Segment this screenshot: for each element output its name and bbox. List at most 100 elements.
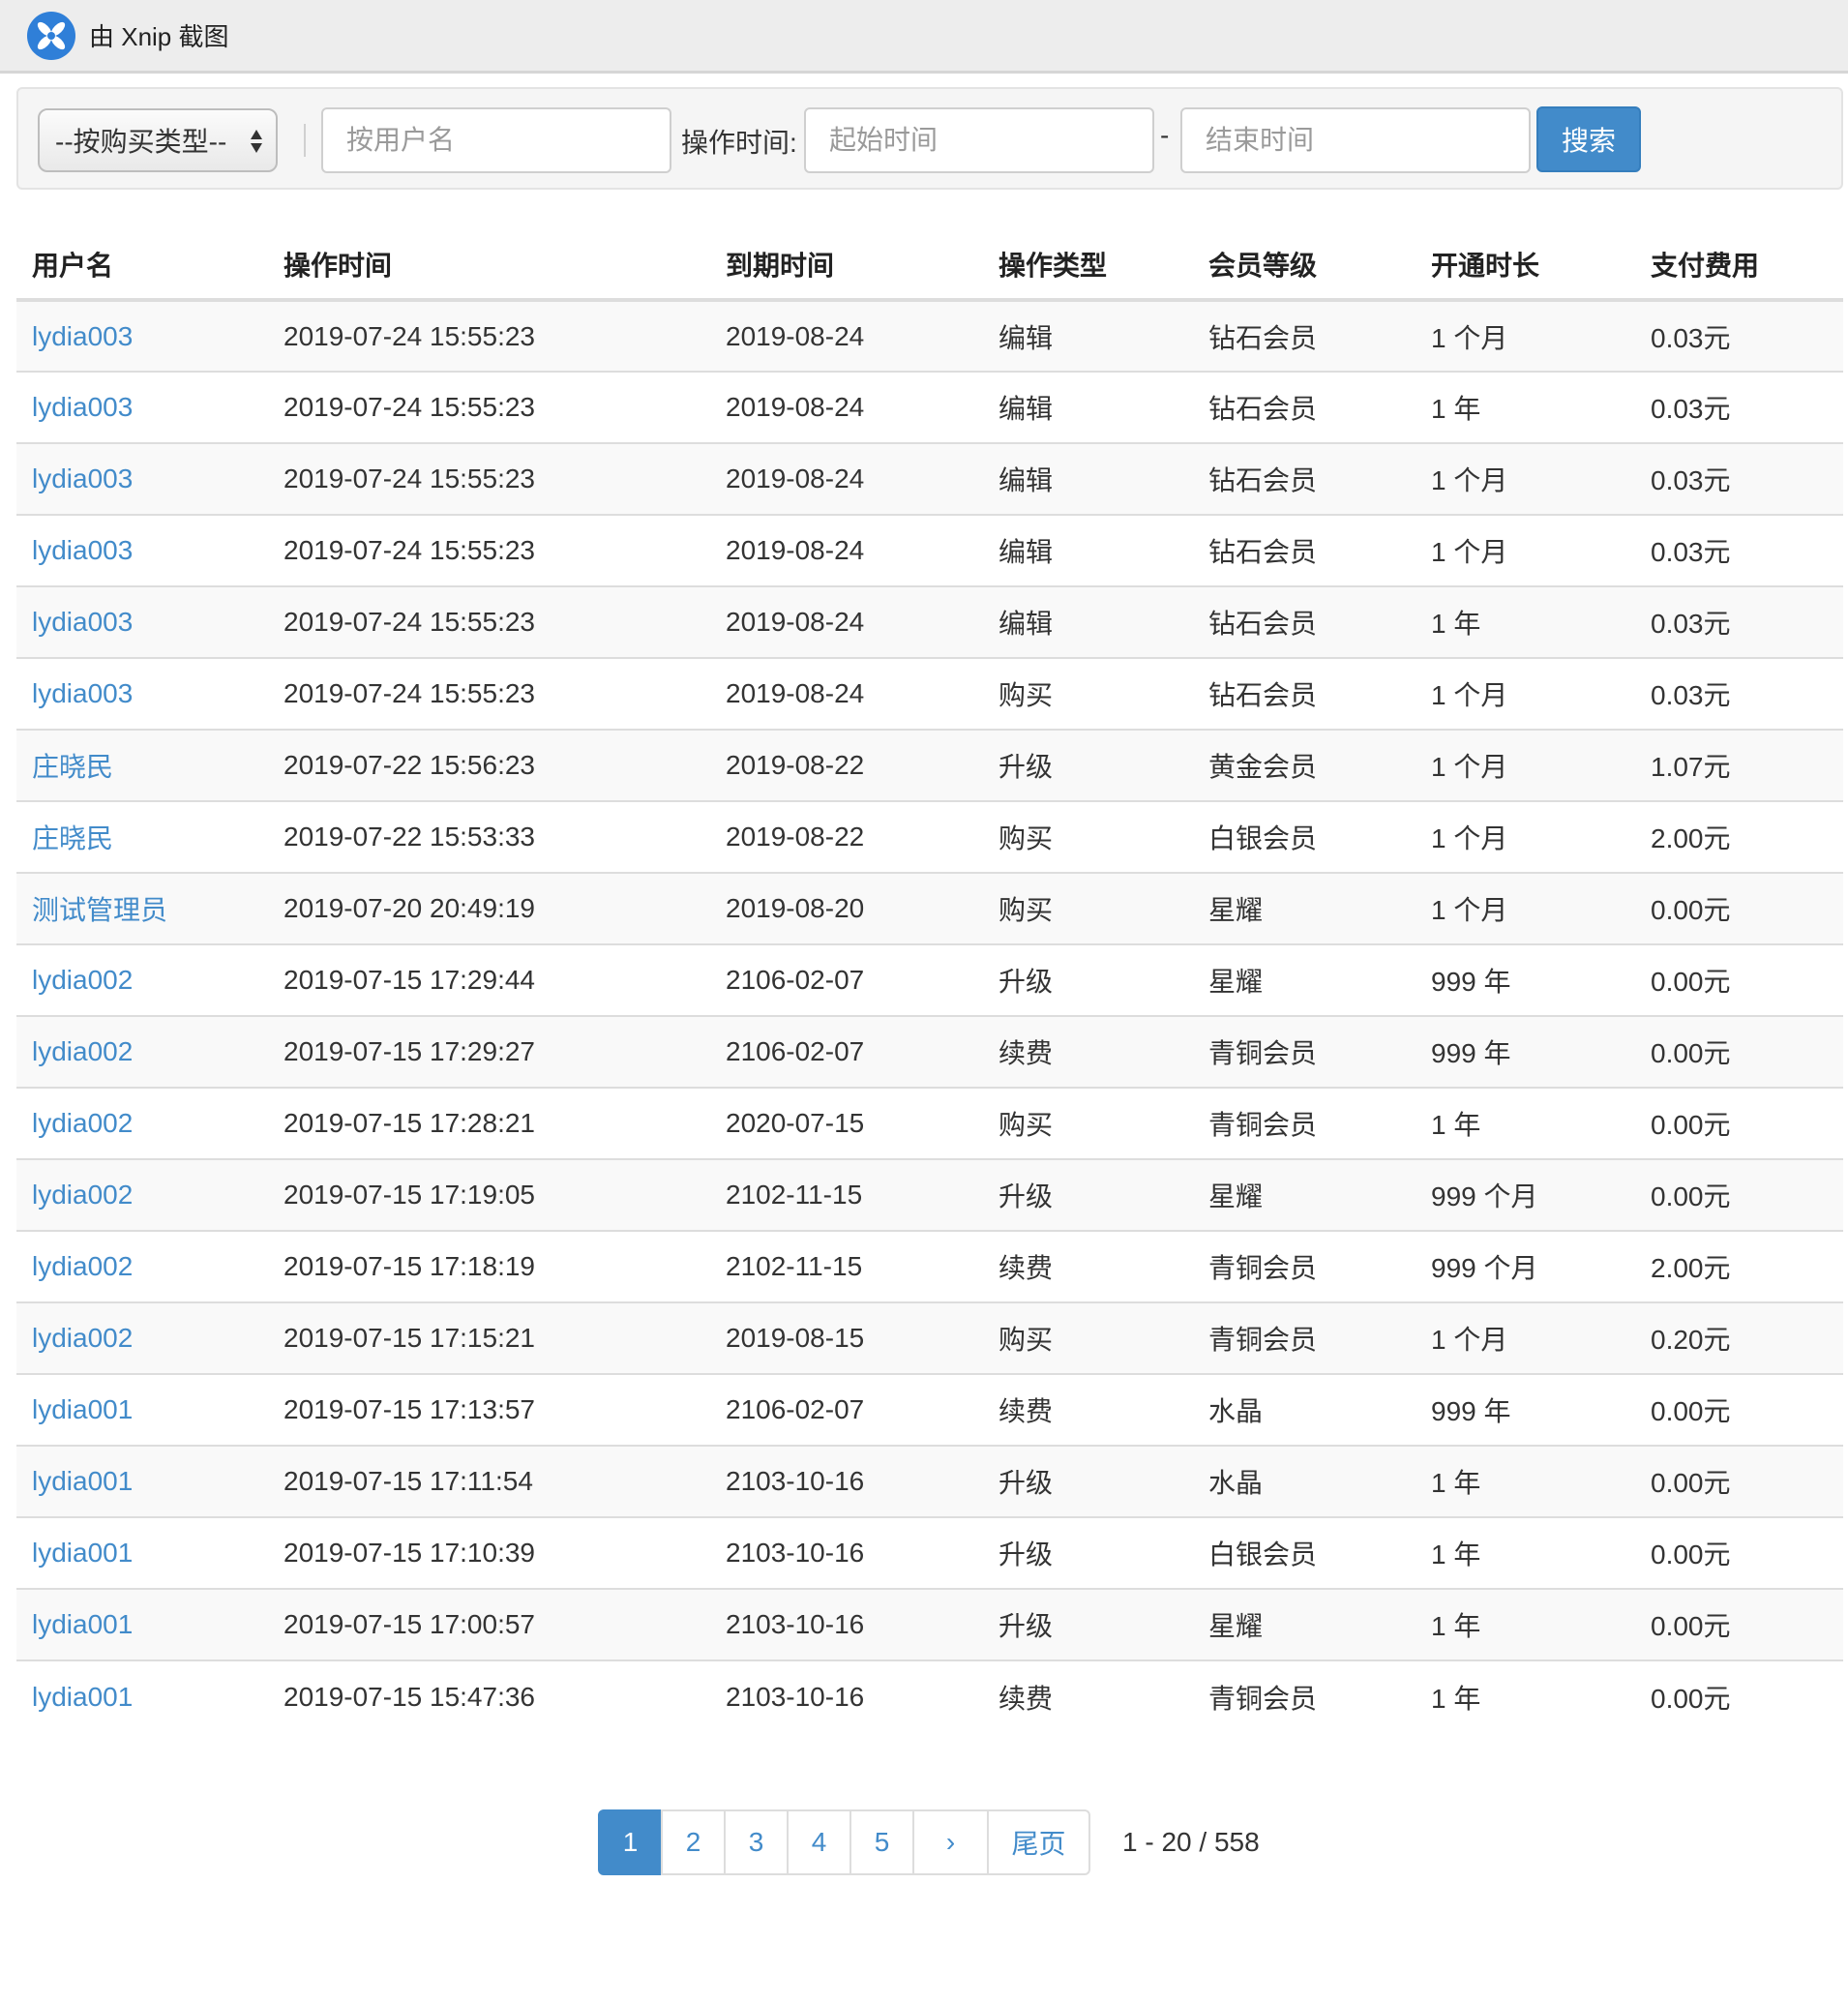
cell-operation-type: 购买	[983, 1087, 1193, 1159]
username-link[interactable]: 测试管理员	[32, 895, 167, 925]
cell-operation-type: 购买	[983, 800, 1193, 873]
next-page-button[interactable]: ›	[912, 1809, 989, 1875]
cell-member-level: 钻石会员	[1193, 514, 1416, 586]
username-link[interactable]: lydia001	[32, 1394, 133, 1424]
username-link[interactable]: lydia002	[32, 1180, 133, 1210]
cell-operation-type: 续费	[983, 1373, 1193, 1446]
username-link[interactable]: 庄晓民	[32, 752, 113, 782]
username-link[interactable]: lydia001	[32, 1538, 133, 1568]
cell-operation-time: 2019-07-15 17:19:05	[268, 1158, 710, 1231]
page-4-button[interactable]: 4	[787, 1809, 851, 1875]
cell-member-level: 钻石会员	[1193, 585, 1416, 658]
username-link[interactable]: lydia003	[32, 392, 133, 422]
username-input[interactable]	[321, 107, 671, 173]
cell-operation-type: 升级	[983, 1158, 1193, 1231]
cell-operation-time: 2019-07-15 17:18:19	[268, 1230, 710, 1302]
username-link[interactable]: 庄晓民	[32, 823, 113, 853]
table-row: lydia003 2019-07-24 15:55:23 2019-08-24 编辑钻…	[16, 300, 1843, 372]
cell-operation-time: 2019-07-15 17:29:44	[268, 943, 710, 1016]
table-row: lydia003 2019-07-24 15:55:23 2019-08-24 编辑钻…	[16, 585, 1843, 658]
cell-expire-time: 2019-08-24	[710, 442, 983, 515]
username-link[interactable]: lydia002	[32, 1036, 133, 1066]
username-link[interactable]: lydia001	[32, 1466, 133, 1496]
cell-member-level: 星耀	[1193, 943, 1416, 1016]
cell-member-level: 星耀	[1193, 1158, 1416, 1231]
cell-member-level: 白银会员	[1193, 800, 1416, 873]
cell-username: lydia002	[16, 943, 268, 1016]
cell-member-level: 水晶	[1193, 1373, 1416, 1446]
cell-payment: 0.03元	[1635, 300, 1843, 372]
cell-duration: 1 年	[1416, 585, 1635, 658]
cell-operation-type: 编辑	[983, 442, 1193, 515]
cell-operation-type: 升级	[983, 1445, 1193, 1517]
cell-member-level: 白银会员	[1193, 1516, 1416, 1589]
cell-operation-time: 2019-07-20 20:49:19	[268, 872, 710, 944]
cell-duration: 1 个月	[1416, 872, 1635, 944]
username-link[interactable]: lydia002	[32, 1323, 133, 1353]
username-link[interactable]: lydia003	[32, 463, 133, 493]
username-link[interactable]: lydia003	[32, 321, 133, 351]
table-row: lydia001 2019-07-15 17:13:57 2106-02-07 续费水…	[16, 1373, 1843, 1446]
last-page-button[interactable]: 尾页	[987, 1809, 1090, 1875]
page-1-button[interactable]: 1	[598, 1809, 663, 1875]
cell-duration: 1 个月	[1416, 729, 1635, 801]
cell-username: lydia001	[16, 1588, 268, 1660]
cell-operation-time: 2019-07-15 17:00:57	[268, 1588, 710, 1660]
purchase-type-select[interactable]: --按购买类型--	[38, 108, 278, 172]
cell-operation-type: 升级	[983, 1516, 1193, 1589]
table-row: lydia003 2019-07-24 15:55:23 2019-08-24 购买钻…	[16, 657, 1843, 730]
cell-username: lydia001	[16, 1445, 268, 1517]
table-row: lydia002 2019-07-15 17:29:44 2106-02-07 升级星…	[16, 943, 1843, 1016]
filter-bar: --按购买类型-- 操作时间: - 搜索	[16, 87, 1843, 190]
table-row: lydia002 2019-07-15 17:19:05 2102-11-15 升级星…	[16, 1158, 1843, 1231]
page-2-button[interactable]: 2	[661, 1809, 726, 1875]
username-link[interactable]: lydia001	[32, 1682, 133, 1712]
cell-expire-time: 2102-11-15	[710, 1230, 983, 1302]
cell-payment: 0.03元	[1635, 371, 1843, 443]
updown-arrows-icon	[249, 123, 264, 164]
username-link[interactable]: lydia002	[32, 1108, 133, 1138]
page-3-button[interactable]: 3	[724, 1809, 789, 1875]
username-link[interactable]: lydia001	[32, 1609, 133, 1639]
cell-expire-time: 2019-08-22	[710, 729, 983, 801]
pagination-summary: 1 - 20 / 558	[1122, 1827, 1260, 1857]
table-row: lydia001 2019-07-15 17:11:54 2103-10-16 升级水…	[16, 1445, 1843, 1517]
cell-member-level: 青铜会员	[1193, 1230, 1416, 1302]
username-link[interactable]: lydia003	[32, 678, 133, 708]
cell-username: 庄晓民	[16, 729, 268, 801]
end-time-input[interactable]	[1180, 107, 1531, 173]
cell-username: lydia003	[16, 371, 268, 443]
cell-duration: 999 年	[1416, 1373, 1635, 1446]
username-link[interactable]: lydia003	[32, 607, 133, 637]
cell-member-level: 青铜会员	[1193, 1015, 1416, 1088]
cell-payment: 0.03元	[1635, 442, 1843, 515]
username-link[interactable]: lydia003	[32, 535, 133, 565]
cell-duration: 1 年	[1416, 1087, 1635, 1159]
cell-expire-time: 2019-08-24	[710, 371, 983, 443]
username-link[interactable]: lydia002	[32, 965, 133, 995]
cell-expire-time: 2103-10-16	[710, 1445, 983, 1517]
cell-operation-time: 2019-07-22 15:56:23	[268, 729, 710, 801]
cell-username: lydia001	[16, 1373, 268, 1446]
search-button[interactable]: 搜索	[1536, 106, 1641, 172]
column-header-member-level: 会员等级	[1193, 230, 1416, 302]
table-row: 测试管理员 2019-07-20 20:49:19 2019-08-20 购买 星耀 1 …	[16, 872, 1843, 944]
cell-payment: 1.07元	[1635, 729, 1843, 801]
cell-username: lydia002	[16, 1230, 268, 1302]
records-table: 用户名 操作时间 到期时间 操作类型 会员等级 开通时长 支付费用 lydia0…	[16, 230, 1843, 1732]
cell-username: lydia003	[16, 585, 268, 658]
cell-username: lydia001	[16, 1659, 268, 1732]
page-5-button[interactable]: 5	[849, 1809, 914, 1875]
username-link[interactable]: lydia002	[32, 1251, 133, 1281]
cell-payment: 2.00元	[1635, 800, 1843, 873]
cell-member-level: 黄金会员	[1193, 729, 1416, 801]
cell-operation-time: 2019-07-15 17:11:54	[268, 1445, 710, 1517]
cell-username: lydia001	[16, 1516, 268, 1589]
cell-operation-time: 2019-07-15 17:29:27	[268, 1015, 710, 1088]
start-time-input[interactable]	[804, 107, 1154, 173]
cell-operation-type: 编辑	[983, 585, 1193, 658]
cell-username: lydia003	[16, 514, 268, 586]
cell-operation-time: 2019-07-24 15:55:23	[268, 300, 710, 372]
cell-duration: 999 年	[1416, 1015, 1635, 1088]
table-row: lydia002 2019-07-15 17:28:21 2020-07-15 购买青…	[16, 1087, 1843, 1159]
